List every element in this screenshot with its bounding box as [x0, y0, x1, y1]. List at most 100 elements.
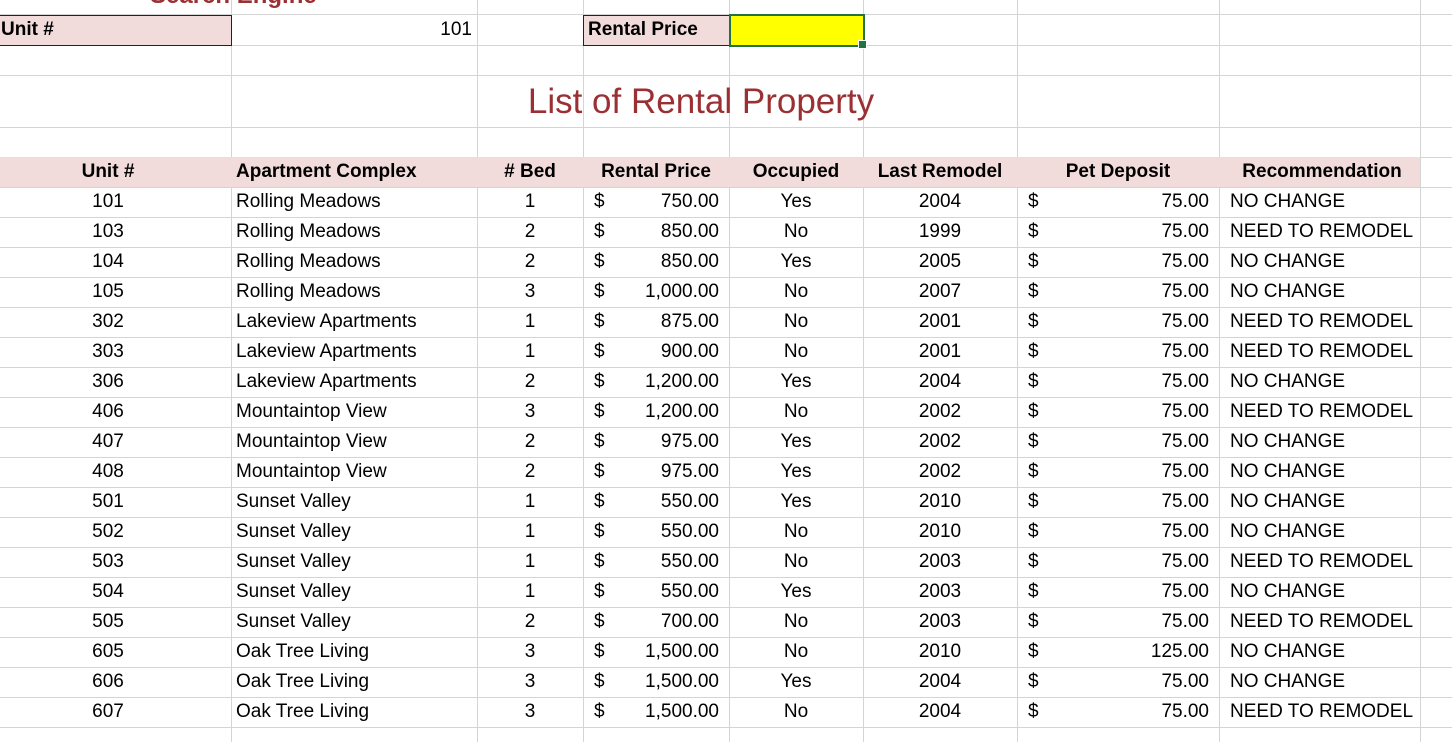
cell-unit[interactable]: 606 — [0, 667, 216, 697]
fill-handle[interactable] — [858, 40, 867, 49]
cell-rental-price[interactable]: 700.00 — [583, 607, 719, 637]
cell-occupied[interactable]: Yes — [729, 457, 863, 487]
cell-recommendation[interactable]: NO CHANGE — [1230, 517, 1420, 547]
cell-last-remodel[interactable]: 2001 — [863, 307, 1017, 337]
cell-pet-deposit[interactable]: 75.00 — [1017, 697, 1209, 727]
cell-rental-price[interactable]: 1,200.00 — [583, 397, 719, 427]
cell-rental-price[interactable]: 850.00 — [583, 217, 719, 247]
cell-rental-price[interactable]: 1,500.00 — [583, 697, 719, 727]
cell-occupied[interactable]: Yes — [729, 247, 863, 277]
cell-complex[interactable]: Sunset Valley — [236, 547, 476, 577]
cell-pet-deposit[interactable]: 75.00 — [1017, 427, 1209, 457]
cell-recommendation[interactable]: NO CHANGE — [1230, 637, 1420, 667]
spreadsheet-grid[interactable]: Search Engine Unit # 101 Rental Price Li… — [0, 0, 1452, 742]
cell-last-remodel[interactable]: 2004 — [863, 187, 1017, 217]
cell-pet-deposit[interactable]: 75.00 — [1017, 397, 1209, 427]
cell-complex[interactable]: Sunset Valley — [236, 487, 476, 517]
column-header-occupied[interactable]: Occupied — [729, 157, 863, 187]
cell-occupied[interactable]: Yes — [729, 667, 863, 697]
cell-pet-deposit[interactable]: 75.00 — [1017, 337, 1209, 367]
cell-last-remodel[interactable]: 2004 — [863, 667, 1017, 697]
cell-pet-deposit[interactable]: 75.00 — [1017, 517, 1209, 547]
cell-bed[interactable]: 1 — [477, 517, 583, 547]
cell-bed[interactable]: 2 — [477, 367, 583, 397]
cell-bed[interactable]: 3 — [477, 667, 583, 697]
cell-unit[interactable]: 607 — [0, 697, 216, 727]
cell-pet-deposit[interactable]: 75.00 — [1017, 607, 1209, 637]
cell-recommendation[interactable]: NO CHANGE — [1230, 487, 1420, 517]
cell-last-remodel[interactable]: 1999 — [863, 217, 1017, 247]
cell-bed[interactable]: 2 — [477, 457, 583, 487]
cell-pet-deposit[interactable]: 75.00 — [1017, 667, 1209, 697]
cell-rental-price[interactable]: 550.00 — [583, 487, 719, 517]
cell-complex[interactable]: Rolling Meadows — [236, 217, 476, 247]
cell-unit[interactable]: 605 — [0, 637, 216, 667]
cell-bed[interactable]: 3 — [477, 397, 583, 427]
column-header-recommendation[interactable]: Recommendation — [1219, 157, 1425, 187]
cell-bed[interactable]: 2 — [477, 247, 583, 277]
unit-value-cell[interactable]: 101 — [232, 16, 472, 44]
cell-recommendation[interactable]: NO CHANGE — [1230, 187, 1420, 217]
cell-occupied[interactable]: No — [729, 697, 863, 727]
cell-unit[interactable]: 406 — [0, 397, 216, 427]
cell-bed[interactable]: 1 — [477, 577, 583, 607]
cell-last-remodel[interactable]: 2004 — [863, 697, 1017, 727]
cell-rental-price[interactable]: 975.00 — [583, 427, 719, 457]
cell-last-remodel[interactable]: 2010 — [863, 637, 1017, 667]
cell-occupied[interactable]: Yes — [729, 187, 863, 217]
cell-last-remodel[interactable]: 2007 — [863, 277, 1017, 307]
cell-complex[interactable]: Oak Tree Living — [236, 667, 476, 697]
cell-pet-deposit[interactable]: 75.00 — [1017, 307, 1209, 337]
cell-complex[interactable]: Lakeview Apartments — [236, 337, 476, 367]
cell-complex[interactable]: Mountaintop View — [236, 427, 476, 457]
cell-occupied[interactable]: No — [729, 217, 863, 247]
cell-last-remodel[interactable]: 2001 — [863, 337, 1017, 367]
cell-unit[interactable]: 501 — [0, 487, 216, 517]
cell-pet-deposit[interactable]: 75.00 — [1017, 457, 1209, 487]
cell-occupied[interactable]: No — [729, 307, 863, 337]
cell-rental-price[interactable]: 750.00 — [583, 187, 719, 217]
cell-complex[interactable]: Rolling Meadows — [236, 187, 476, 217]
cell-unit[interactable]: 103 — [0, 217, 216, 247]
cell-unit[interactable]: 503 — [0, 547, 216, 577]
cell-rental-price[interactable]: 1,500.00 — [583, 637, 719, 667]
cell-recommendation[interactable]: NO CHANGE — [1230, 577, 1420, 607]
cell-recommendation[interactable]: NO CHANGE — [1230, 367, 1420, 397]
cell-unit[interactable]: 101 — [0, 187, 216, 217]
cell-complex[interactable]: Oak Tree Living — [236, 697, 476, 727]
cell-bed[interactable]: 2 — [477, 427, 583, 457]
cell-occupied[interactable]: No — [729, 337, 863, 367]
cell-occupied[interactable]: No — [729, 397, 863, 427]
cell-occupied[interactable]: Yes — [729, 577, 863, 607]
cell-last-remodel[interactable]: 2010 — [863, 487, 1017, 517]
cell-complex[interactable]: Mountaintop View — [236, 457, 476, 487]
cell-recommendation[interactable]: NO CHANGE — [1230, 427, 1420, 457]
cell-rental-price[interactable]: 1,500.00 — [583, 667, 719, 697]
cell-recommendation[interactable]: NO CHANGE — [1230, 457, 1420, 487]
cell-complex[interactable]: Lakeview Apartments — [236, 307, 476, 337]
cell-occupied[interactable]: Yes — [729, 427, 863, 457]
cell-bed[interactable]: 1 — [477, 187, 583, 217]
cell-occupied[interactable]: Yes — [729, 487, 863, 517]
cell-recommendation[interactable]: NEED TO REMODEL — [1230, 697, 1420, 727]
cell-unit[interactable]: 504 — [0, 577, 216, 607]
cell-rental-price[interactable]: 550.00 — [583, 517, 719, 547]
cell-last-remodel[interactable]: 2003 — [863, 607, 1017, 637]
cell-last-remodel[interactable]: 2010 — [863, 517, 1017, 547]
cell-last-remodel[interactable]: 2002 — [863, 397, 1017, 427]
cell-last-remodel[interactable]: 2003 — [863, 547, 1017, 577]
column-header-pet-deposit[interactable]: Pet Deposit — [1017, 157, 1219, 187]
cell-bed[interactable]: 3 — [477, 637, 583, 667]
cell-complex[interactable]: Oak Tree Living — [236, 637, 476, 667]
cell-unit[interactable]: 104 — [0, 247, 216, 277]
column-header-bed[interactable]: # Bed — [477, 157, 583, 187]
cell-occupied[interactable]: No — [729, 277, 863, 307]
cell-rental-price[interactable]: 875.00 — [583, 307, 719, 337]
cell-pet-deposit[interactable]: 75.00 — [1017, 247, 1209, 277]
cell-recommendation[interactable]: NEED TO REMODEL — [1230, 217, 1420, 247]
cell-rental-price[interactable]: 975.00 — [583, 457, 719, 487]
cell-rental-price[interactable]: 550.00 — [583, 577, 719, 607]
cell-complex[interactable]: Lakeview Apartments — [236, 367, 476, 397]
cell-complex[interactable]: Sunset Valley — [236, 607, 476, 637]
cell-occupied[interactable]: No — [729, 637, 863, 667]
